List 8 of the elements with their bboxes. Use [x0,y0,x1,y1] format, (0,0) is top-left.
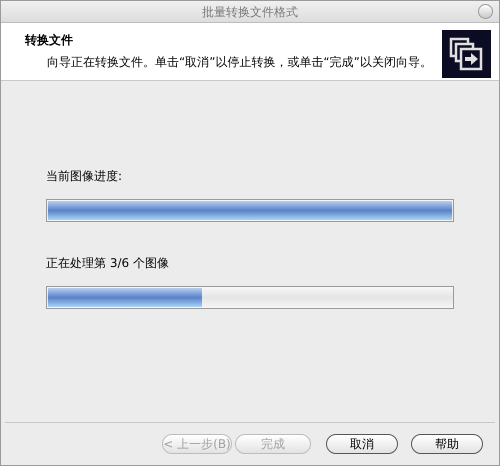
wizard-button[interactable]: 帮助 [411,434,483,454]
header-description: 向导正在转换文件。单击“取消”以停止转换，或单击“完成”以关闭向导。 [46,54,433,71]
window-control-icon[interactable] [478,4,493,19]
wizard-button[interactable]: 取消 [326,434,398,454]
progress-label: 正在处理第 3/6 个图像 [46,255,170,272]
window-title: 批量转换文件格式 [202,4,298,20]
progress-label: 当前图像进度: [46,168,124,185]
header-title: 转换文件 [25,32,74,49]
